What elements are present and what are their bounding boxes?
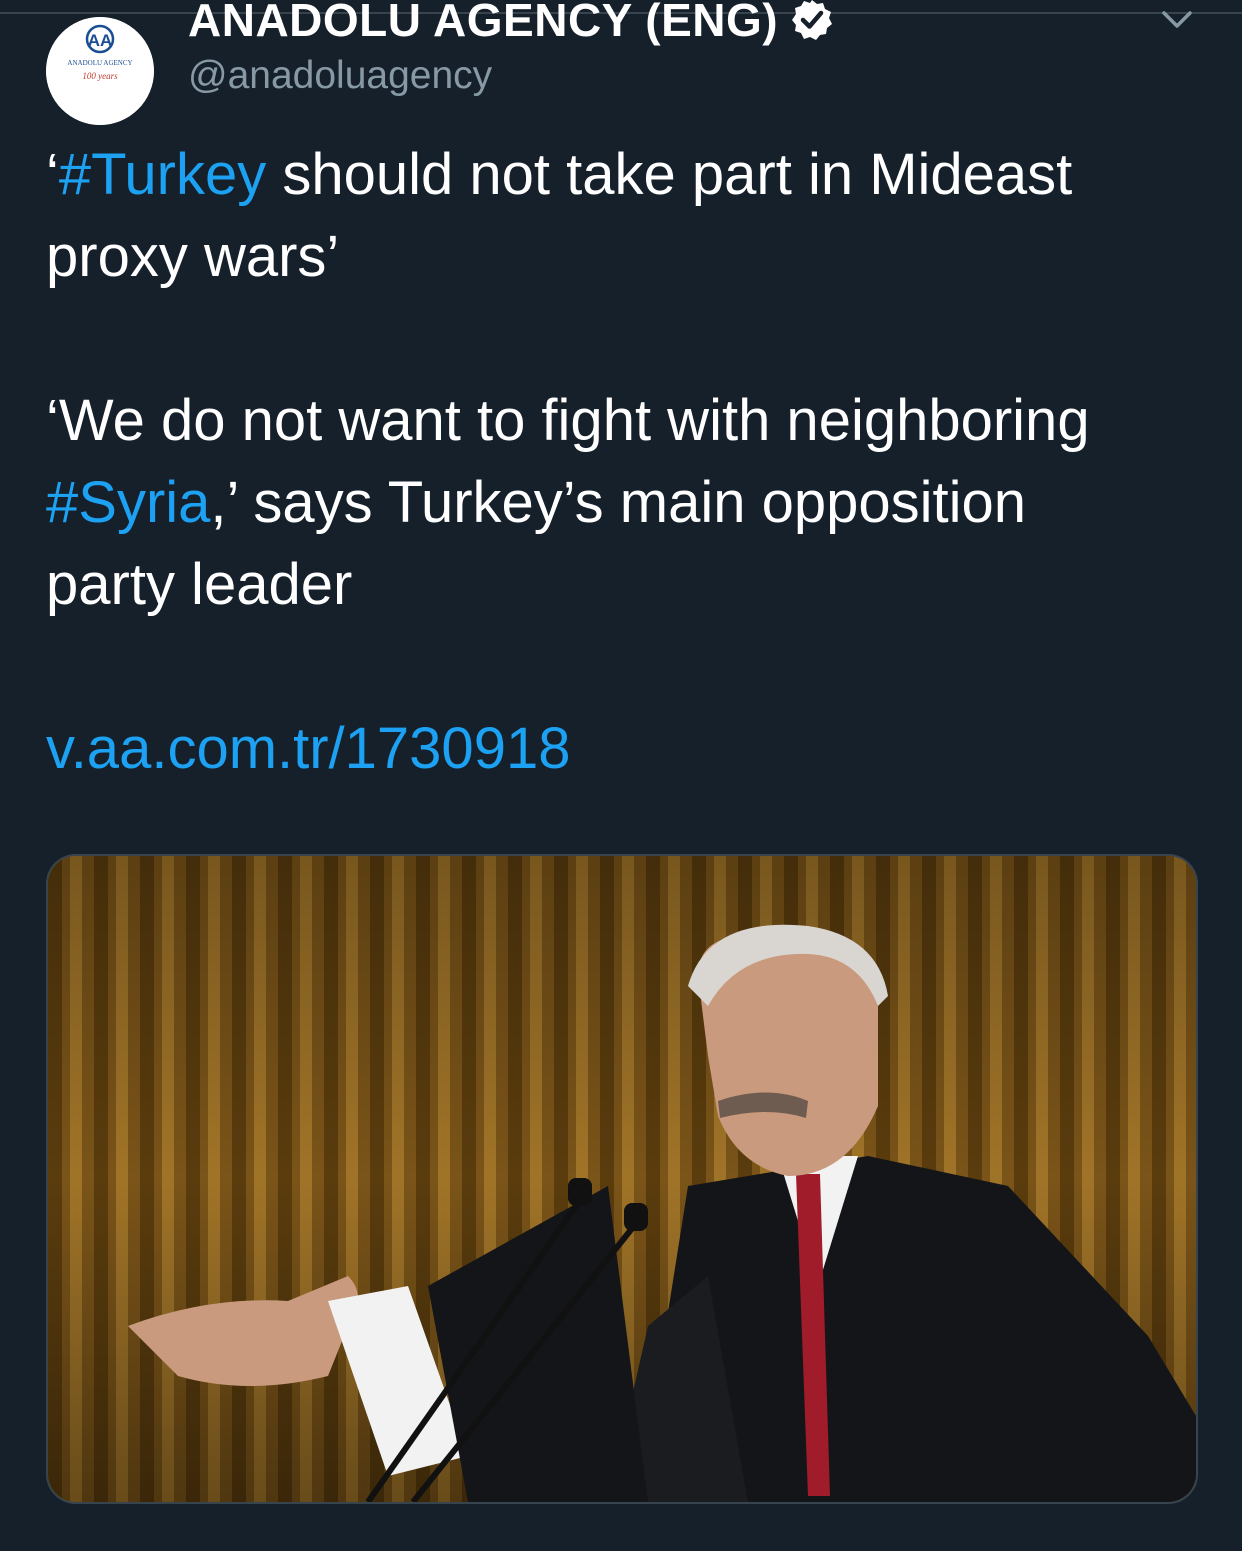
open-quote: ‘	[46, 142, 59, 207]
tweet-line: proxy wars’	[46, 224, 340, 289]
display-name: ANADOLU AGENCY (ENG)	[188, 0, 779, 46]
anadolu-logo-icon: AA ANADOLU AGENCY 100 years	[46, 17, 154, 125]
tweet-line: ‘We do not want to fight with neighborin…	[46, 388, 1090, 453]
logo-org-text: ANADOLU AGENCY	[67, 59, 132, 67]
verified-badge-icon	[792, 0, 833, 40]
avatar[interactable]: AA ANADOLU AGENCY 100 years	[46, 17, 154, 125]
speaker-photo-image	[48, 856, 1196, 1502]
article-link[interactable]: v.aa.com.tr/1730918	[46, 716, 570, 781]
tweet-line: party leader	[46, 552, 353, 617]
tweet-line-text: ,’ says Turkey’s main opposition	[210, 470, 1027, 535]
hashtag-syria-link[interactable]: #Syria	[46, 470, 210, 535]
tweet-text: ‘#Turkey should not take part in Mideast…	[46, 134, 1206, 790]
logo-anniversary-text: 100 years	[82, 71, 118, 81]
tweet-line: ‘#Turkey should not take part in Mideast	[46, 134, 1206, 216]
logo-text: AA	[88, 31, 113, 50]
tweet-photo[interactable]	[46, 854, 1198, 1504]
tweet-line: #Syria,’ says Turkey’s main opposition	[46, 462, 1206, 544]
author-name[interactable]: ANADOLU AGENCY (ENG)	[188, 0, 834, 50]
tweet-line: v.aa.com.tr/1730918	[46, 708, 1206, 790]
author-handle[interactable]: @anadoluagency	[188, 54, 492, 98]
hashtag-turkey-link[interactable]: #Turkey	[59, 142, 266, 207]
chevron-down-icon[interactable]	[1158, 6, 1196, 36]
tweet-line-text: should not take part in Mideast	[266, 142, 1073, 207]
